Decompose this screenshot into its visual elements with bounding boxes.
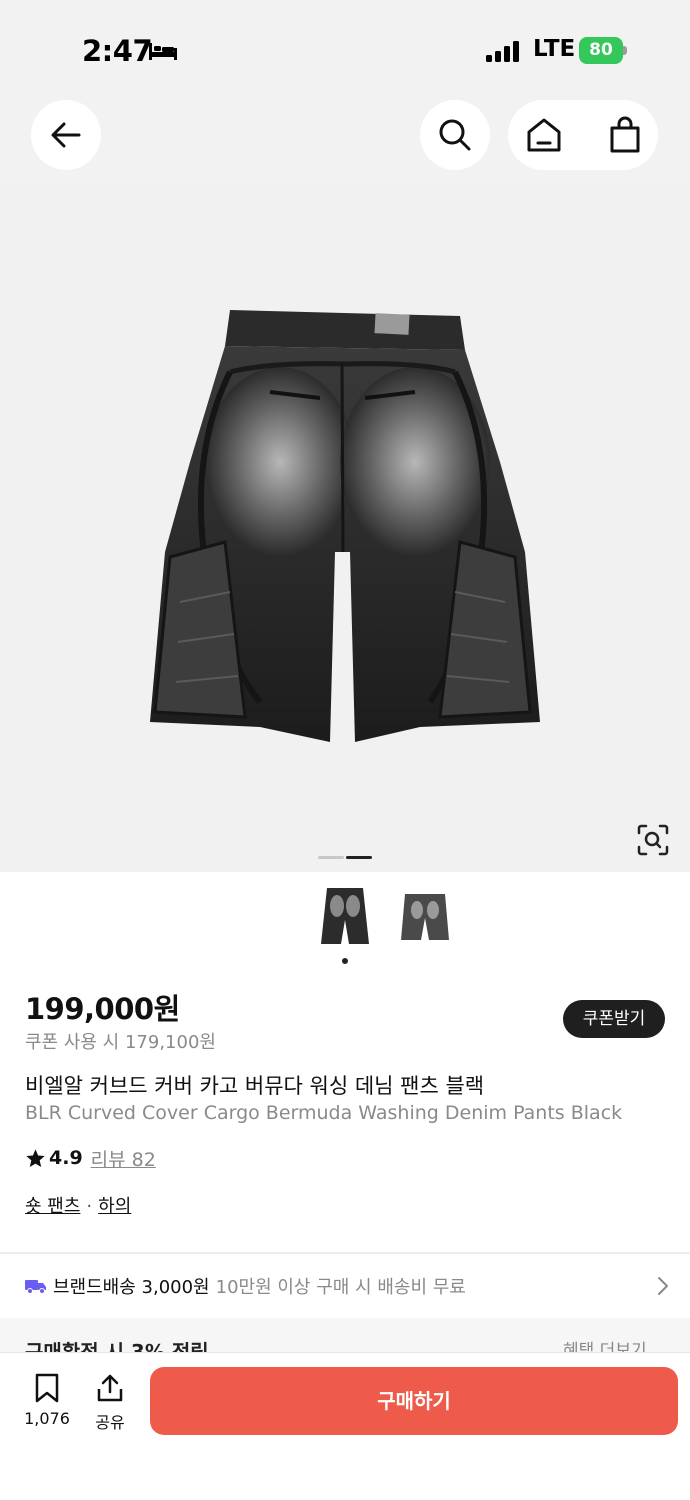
chevron-right-icon	[658, 1277, 668, 1295]
shipping-note: 10만원 이상 구매 시 배송비 무료	[215, 1277, 466, 1298]
product-price: 199,000원	[25, 992, 180, 1026]
top-nav	[0, 96, 690, 182]
status-bar: 2:47 LTE 80	[0, 0, 690, 96]
back-arrow-icon	[51, 122, 81, 148]
thumbnail-1[interactable]	[317, 884, 373, 948]
share-icon	[97, 1374, 123, 1402]
wishlist-button[interactable]: 1,076	[20, 1373, 74, 1433]
product-image-carousel[interactable]	[0, 182, 690, 872]
thumbnail-selected-dot	[342, 958, 348, 964]
carousel-indicator	[318, 856, 374, 860]
carousel-indicator-1	[318, 856, 344, 859]
signal-icon	[486, 41, 519, 62]
rating-value: 4.9	[49, 1147, 83, 1169]
category-short-pants-link[interactable]: 숏 팬츠	[25, 1196, 80, 1217]
category-bottoms-link[interactable]: 하의	[98, 1196, 131, 1217]
bookmark-icon	[35, 1373, 59, 1403]
home-icon[interactable]	[524, 115, 564, 155]
shipping-info-row[interactable]: 브랜드배송 3,000원 10만원 이상 구매 시 배송비 무료	[25, 1272, 670, 1300]
thumbnail-2[interactable]	[397, 884, 453, 948]
coupon-price: 쿠폰 사용 시 179,100원	[25, 1032, 216, 1053]
section-divider	[0, 1252, 690, 1254]
product-image	[150, 310, 540, 742]
share-button[interactable]: 공유	[90, 1373, 130, 1433]
image-search-icon[interactable]	[635, 822, 671, 858]
thumbnail-strip	[0, 880, 690, 970]
status-time: 2:47	[82, 34, 153, 68]
review-link[interactable]: 리뷰 82	[91, 1145, 156, 1172]
wishlist-count: 1,076	[24, 1409, 70, 1428]
battery-icon: 80	[579, 37, 627, 64]
shopping-bag-icon[interactable]	[605, 115, 645, 155]
star-icon	[26, 1148, 45, 1167]
bottom-action-bar: 1,076 공유 구매하기	[0, 1352, 690, 1500]
category-separator: ·	[86, 1196, 93, 1217]
product-title-ko: 비엘알 커브드 커버 카고 버뮤다 워싱 데님 팬츠 블랙	[25, 1074, 485, 1098]
carousel-indicator-2	[346, 856, 372, 859]
buy-button[interactable]: 구매하기	[150, 1367, 678, 1435]
shipping-label: 브랜드배송 3,000원	[53, 1277, 210, 1298]
bed-icon	[149, 43, 177, 60]
search-icon	[439, 119, 471, 151]
share-label: 공유	[95, 1413, 125, 1432]
product-title-en: BLR Curved Cover Cargo Bermuda Washing D…	[25, 1102, 623, 1124]
network-label: LTE	[533, 36, 576, 62]
nav-actions-pill	[508, 100, 658, 170]
truck-icon	[25, 1280, 46, 1294]
rating-row: 4.9 리뷰 82	[25, 1145, 156, 1172]
search-button[interactable]	[420, 100, 490, 170]
back-button[interactable]	[31, 100, 101, 170]
get-coupon-button[interactable]: 쿠폰받기	[563, 1000, 665, 1038]
battery-level: 80	[579, 37, 623, 64]
category-breadcrumb: 숏 팬츠 · 하의	[25, 1192, 131, 1218]
